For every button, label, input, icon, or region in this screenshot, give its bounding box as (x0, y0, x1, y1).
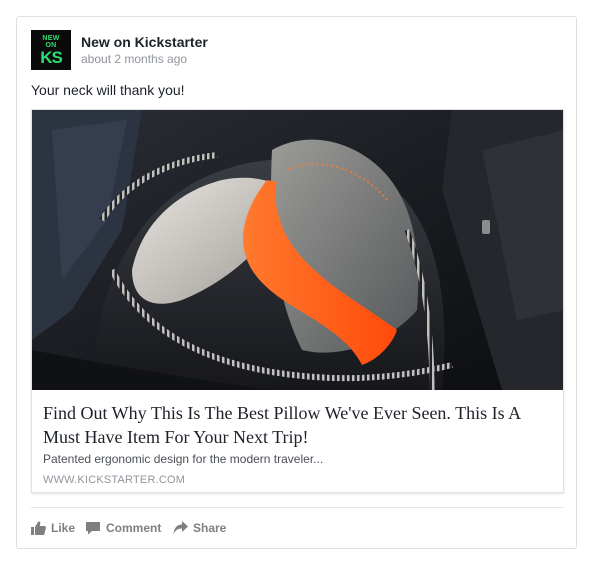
page-avatar[interactable]: NEW ON KS (31, 30, 71, 70)
link-title[interactable]: Find Out Why This Is The Best Pillow We'… (43, 401, 558, 449)
thumbs-up-icon (31, 521, 46, 535)
avatar-line-1: NEW (42, 35, 60, 42)
comment-label: Comment (106, 521, 162, 535)
share-button[interactable]: Share (173, 518, 226, 538)
link-preview-card[interactable]: Find Out Why This Is The Best Pillow We'… (31, 109, 564, 493)
link-domain: WWW.KICKSTARTER.COM (43, 474, 186, 486)
avatar-line-3: KS (40, 48, 63, 67)
like-label: Like (51, 521, 76, 535)
feed-post: NEW ON KS New on Kickstarter about 2 mon… (16, 16, 577, 549)
post-header: NEW ON KS New on Kickstarter about 2 mon… (31, 30, 331, 70)
link-preview-image[interactable] (32, 110, 564, 390)
actions-divider (31, 507, 564, 508)
comment-button[interactable]: Comment (85, 518, 161, 538)
post-actions-bar: Like Comment Share (31, 518, 564, 538)
post-message: Your neck will thank you! (31, 82, 185, 98)
page-name-link[interactable]: New on Kickstarter (81, 34, 208, 50)
post-timestamp[interactable]: about 2 months ago (81, 52, 187, 66)
like-button[interactable]: Like (31, 518, 75, 538)
share-label: Share (193, 521, 227, 535)
link-description: Patented ergonomic design for the modern… (43, 452, 324, 466)
share-arrow-icon (173, 521, 188, 534)
speech-bubble-icon (86, 522, 100, 535)
